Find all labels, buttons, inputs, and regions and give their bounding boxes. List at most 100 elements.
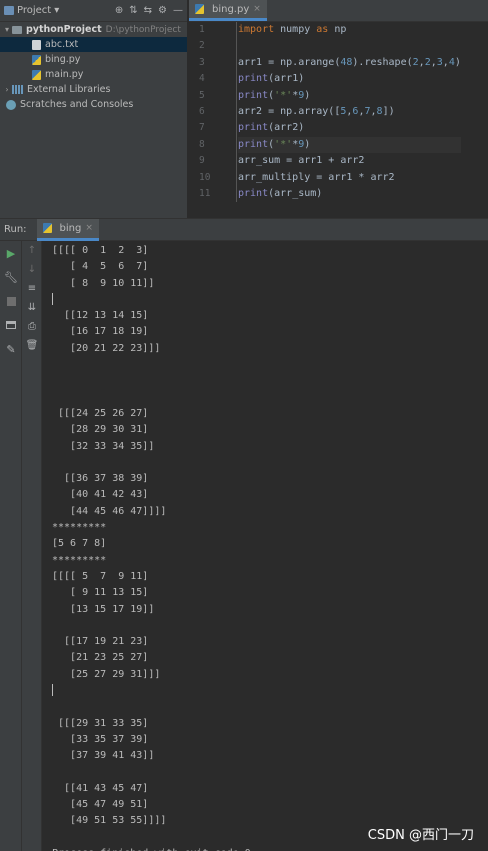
- code-lines: import numpy as np arr1 = np.arange(48).…: [236, 22, 461, 203]
- project-title: Project: [17, 5, 52, 16]
- scroll-end-icon[interactable]: ⇊: [22, 298, 42, 317]
- code-line-current: print('*'*9): [238, 136, 461, 154]
- layout-icon[interactable]: [0, 313, 22, 337]
- console-line: Process finished with exit code 0: [52, 846, 488, 851]
- library-icon: [12, 85, 23, 94]
- console-line: [ 8 9 10 11]]: [52, 277, 155, 289]
- python-file-icon: [195, 4, 204, 14]
- tree-item-label: External Libraries: [27, 84, 111, 95]
- print-icon[interactable]: ⎙: [22, 317, 42, 336]
- project-view-selector[interactable]: Project ▾: [4, 5, 59, 16]
- code-line: arr_multiply = arr1 * arr2: [238, 171, 395, 183]
- text-caret: [52, 684, 53, 697]
- close-icon[interactable]: ×: [253, 4, 261, 14]
- code-line: arr1 = np.arange(48).reshape(2,2,3,4): [238, 56, 461, 68]
- locate-icon[interactable]: ⊕: [115, 5, 123, 16]
- down-arrow-icon[interactable]: ↓: [22, 260, 42, 279]
- line-number: 4: [199, 73, 205, 85]
- run-panel: Run: bing × ▶ 🔧︎ ✎ ↑ ↓ ≡ ⇊ ⎙ 🗑︎ [[[[ 0 1…: [0, 218, 488, 851]
- console-line: [[[24 25 26 27]: [52, 407, 149, 419]
- line-number: 5: [199, 89, 205, 101]
- console-line: [21 23 25 27]: [52, 652, 149, 664]
- trash-icon[interactable]: 🗑︎: [22, 336, 42, 355]
- expand-all-icon[interactable]: ⇅: [129, 5, 137, 16]
- console-line: [32 33 34 35]]: [52, 440, 155, 452]
- console-line: [[12 13 14 15]: [52, 310, 149, 322]
- run-icon[interactable]: ▶: [0, 241, 22, 265]
- close-icon[interactable]: ×: [85, 223, 93, 233]
- code-line: print(arr1): [238, 73, 305, 85]
- console-line: [[[[ 5 7 9 11]: [52, 570, 149, 582]
- console-line: [28 29 30 31]: [52, 424, 149, 436]
- tree-item-bing-py[interactable]: bing.py: [0, 52, 187, 67]
- line-number: 10: [199, 171, 211, 183]
- console-line: [[[[ 0 1 2 3]: [52, 245, 149, 256]
- python-file-icon: [32, 54, 41, 65]
- tab-label: bing.py: [212, 3, 250, 15]
- stop-icon[interactable]: [0, 289, 22, 313]
- python-file-icon: [32, 69, 41, 80]
- expand-arrow-icon[interactable]: ▾: [2, 25, 12, 34]
- code-line: arr2 = np.array([5,6,7,8]): [238, 105, 395, 117]
- editor-tabbar: bing.py ×: [189, 0, 488, 22]
- line-number: 1: [199, 24, 205, 35]
- code-line: print(arr2): [238, 122, 305, 134]
- up-arrow-icon[interactable]: ↑: [22, 241, 42, 260]
- editor: bing.py × 1 2 3 4 5 6 7 8 9 10 11 import…: [189, 0, 488, 218]
- tree-item-abc-txt[interactable]: abc.txt: [0, 37, 187, 52]
- project-toolbar-icons: ⊕ ⇅ ⇆ ⚙ —: [115, 5, 187, 16]
- tab-bing-py[interactable]: bing.py ×: [189, 0, 267, 21]
- hide-icon[interactable]: —: [173, 5, 183, 16]
- console-line: [25 27 29 31]]]: [52, 668, 161, 680]
- project-tree: ▾ pythonProject D:\pythonProject abc.txt…: [0, 22, 187, 112]
- line-number: 2: [199, 40, 205, 52]
- wrench-icon[interactable]: 🔧︎: [0, 265, 22, 289]
- tree-item-scratches[interactable]: Scratches and Consoles: [0, 97, 187, 112]
- line-number: 6: [199, 105, 205, 117]
- tree-item-label: Scratches and Consoles: [20, 99, 134, 110]
- python-file-icon: [42, 223, 52, 233]
- expand-arrow-icon[interactable]: ›: [2, 85, 12, 94]
- code-line: import numpy as np: [238, 24, 347, 35]
- tree-item-pythonproject[interactable]: ▾ pythonProject D:\pythonProject: [0, 22, 187, 37]
- pin-icon[interactable]: ✎: [0, 337, 22, 361]
- console-line: [13 15 17 19]]: [52, 603, 155, 615]
- console-line: [16 17 18 19]: [52, 326, 149, 338]
- run-toolbar-left: ▶ 🔧︎ ✎: [0, 241, 22, 851]
- code-line: print(arr_sum): [238, 187, 323, 199]
- collapse-all-icon[interactable]: ⇆: [144, 5, 152, 16]
- console-line: [33 35 37 39]: [52, 733, 149, 745]
- console-line: [52, 292, 488, 308]
- top-area: Project ▾ ⊕ ⇅ ⇆ ⚙ — ▾ pythonProject D:\p…: [0, 0, 488, 218]
- folder-icon: [12, 25, 22, 34]
- tree-item-external-libraries[interactable]: › External Libraries: [0, 82, 187, 97]
- watermark: CSDN @西门一刀: [367, 828, 474, 843]
- soft-wrap-icon[interactable]: ≡: [22, 279, 42, 298]
- console-line: [40 41 42 43]: [52, 489, 149, 501]
- run-label: Run:: [4, 224, 27, 235]
- console-line: [ 9 11 13 15]: [52, 587, 149, 599]
- console-line: [ 4 5 6 7]: [52, 261, 149, 273]
- line-number: 11: [199, 187, 211, 199]
- console-output[interactable]: [[[[ 0 1 2 3] [ 4 5 6 7] [ 8 9 10 11]] […: [52, 243, 488, 851]
- chevron-down-icon: ▾: [54, 5, 60, 16]
- line-number: 8: [199, 138, 205, 150]
- tree-item-label: abc.txt: [45, 39, 79, 50]
- console-line: [[36 37 38 39]: [52, 473, 149, 485]
- run-tab-bing[interactable]: bing ×: [36, 218, 99, 241]
- console-line: *********: [52, 554, 107, 566]
- text-file-icon: [32, 39, 41, 50]
- run-toolbar-right: ↑ ↓ ≡ ⇊ ⎙ 🗑︎: [22, 241, 42, 851]
- gear-icon[interactable]: ⚙: [158, 5, 167, 16]
- tree-item-main-py[interactable]: main.py: [0, 67, 187, 82]
- line-number: 3: [199, 56, 205, 68]
- tree-item-path: D:\pythonProject: [105, 24, 181, 35]
- project-panel: Project ▾ ⊕ ⇅ ⇆ ⚙ — ▾ pythonProject D:\p…: [0, 0, 188, 218]
- project-toolbar: Project ▾ ⊕ ⇅ ⇆ ⚙ —: [0, 0, 187, 22]
